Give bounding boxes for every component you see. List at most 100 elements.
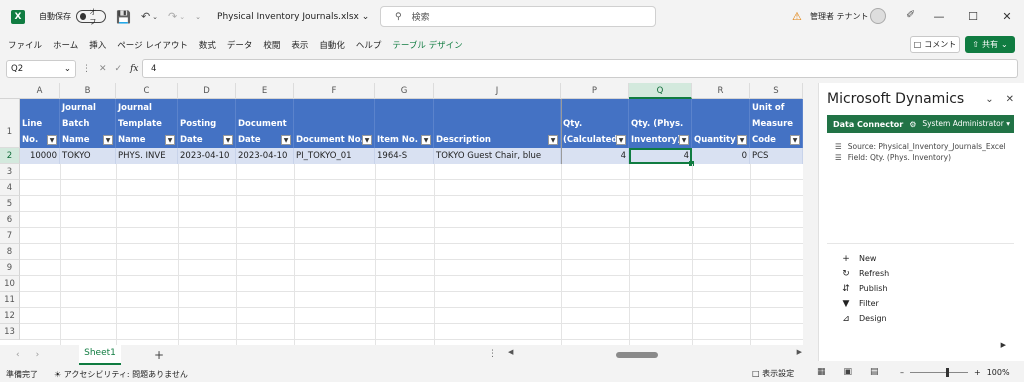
- redo-icon[interactable]: ↷: [168, 10, 177, 23]
- ribbon-tab[interactable]: データ: [227, 39, 253, 51]
- row-header[interactable]: 3: [0, 164, 20, 180]
- table-cell[interactable]: 0: [692, 148, 750, 164]
- table-header-cell[interactable]: Line No. ▼: [20, 99, 60, 148]
- column-header[interactable]: A: [20, 83, 60, 99]
- row-header[interactable]: 10: [0, 276, 20, 292]
- pen-icon[interactable]: ✐: [906, 8, 915, 21]
- page-break-icon[interactable]: ▤: [870, 367, 879, 377]
- table-header-cell[interactable]: Document No. ▼: [294, 99, 375, 148]
- new-button[interactable]: + New: [841, 251, 889, 266]
- ribbon-tab[interactable]: 自動化: [319, 39, 345, 51]
- filter-dropdown-icon[interactable]: ▼: [616, 135, 626, 145]
- ribbon-tab[interactable]: 数式: [199, 39, 216, 51]
- table-header-cell[interactable]: Qty. (Phys. Inventory) ▼: [629, 99, 692, 148]
- chevron-down-icon[interactable]: ⌄: [985, 94, 993, 105]
- ribbon-tab[interactable]: ホーム: [53, 39, 78, 51]
- comment-button[interactable]: □ コメント: [910, 36, 960, 53]
- more-icon[interactable]: ⋮: [488, 349, 497, 359]
- scroll-right-icon[interactable]: ▶: [797, 348, 802, 356]
- normal-view-icon[interactable]: ▦: [817, 367, 826, 377]
- column-header[interactable]: J: [434, 83, 561, 99]
- close-icon[interactable]: ✕: [990, 0, 1024, 33]
- zoom-slider[interactable]: [910, 368, 968, 377]
- empty-row[interactable]: [20, 164, 803, 180]
- empty-row[interactable]: [20, 196, 803, 212]
- column-header[interactable]: F: [294, 83, 375, 99]
- gear-icon[interactable]: ⚙: [909, 120, 916, 129]
- row-header[interactable]: 6: [0, 212, 20, 228]
- close-icon[interactable]: ✕: [1006, 94, 1014, 105]
- column-header[interactable]: B: [60, 83, 116, 99]
- ribbon-tab[interactable]: 表示: [291, 39, 308, 51]
- chevron-left-icon[interactable]: ‹: [16, 350, 20, 360]
- search-input[interactable]: ⚲ 検索: [380, 6, 656, 27]
- accessibility-status[interactable]: ☀ アクセシビリティ: 問題ありません: [54, 369, 188, 380]
- avatar[interactable]: [870, 8, 886, 24]
- scroll-left-icon[interactable]: ◀: [508, 348, 513, 356]
- publish-button[interactable]: ⇵ Publish: [841, 281, 889, 296]
- refresh-button[interactable]: ↻ Refresh: [841, 266, 889, 281]
- filter-dropdown-icon[interactable]: ▼: [790, 135, 800, 145]
- redo-dropdown-icon[interactable]: ⌄: [179, 13, 185, 21]
- ribbon-tab[interactable]: ヘルプ: [356, 39, 382, 51]
- filter-dropdown-icon[interactable]: ▼: [47, 135, 57, 145]
- scroll-thumb[interactable]: [616, 352, 658, 358]
- filter-dropdown-icon[interactable]: ▼: [223, 135, 233, 145]
- filter-button[interactable]: ▼ Filter: [841, 296, 889, 311]
- cancel-icon[interactable]: ✕: [99, 64, 107, 74]
- table-cell[interactable]: 2023-04-10: [236, 148, 294, 164]
- user-menu[interactable]: System Administrator ▾: [922, 119, 1010, 128]
- maximize-icon[interactable]: ☐: [956, 0, 990, 33]
- customize-qat-icon[interactable]: ⌄: [195, 13, 201, 21]
- column-header[interactable]: E: [236, 83, 294, 99]
- function-icon[interactable]: fx: [130, 64, 138, 74]
- column-header[interactable]: R: [692, 83, 750, 99]
- vertical-scrollbar[interactable]: [803, 83, 818, 345]
- filter-dropdown-icon[interactable]: ▼: [679, 135, 689, 145]
- filter-dropdown-icon[interactable]: ▼: [165, 135, 175, 145]
- zoom-in-icon[interactable]: +: [974, 368, 981, 377]
- row-header[interactable]: 11: [0, 292, 20, 308]
- filter-dropdown-icon[interactable]: ▼: [362, 135, 372, 145]
- table-header-cell[interactable]: Item No. ▼: [375, 99, 434, 148]
- share-button[interactable]: ⇧ 共有 ⌄: [965, 36, 1015, 53]
- empty-row[interactable]: [20, 308, 803, 324]
- file-name[interactable]: Physical Inventory Journals.xlsx ⌄: [217, 12, 369, 22]
- table-cell[interactable]: TOKYO Guest Chair, blue: [434, 148, 561, 164]
- column-header[interactable]: P: [561, 83, 629, 99]
- worksheet-grid[interactable]: ABCDEFGJPQRS Line No. ▼ Journal Batch Name…: [0, 83, 803, 345]
- row-header[interactable]: 9: [0, 260, 20, 276]
- undo-icon[interactable]: ↶: [141, 10, 150, 23]
- empty-row[interactable]: [20, 212, 803, 228]
- empty-row[interactable]: [20, 324, 803, 340]
- empty-row[interactable]: [20, 244, 803, 260]
- filter-dropdown-icon[interactable]: ▼: [548, 135, 558, 145]
- empty-row[interactable]: [20, 292, 803, 308]
- active-cell[interactable]: 4: [629, 148, 692, 164]
- table-header-cell[interactable]: Quantity ▼: [692, 99, 750, 148]
- undo-dropdown-icon[interactable]: ⌄: [152, 13, 158, 21]
- column-header[interactable]: C: [116, 83, 178, 99]
- row-header[interactable]: 1: [0, 99, 20, 148]
- empty-row[interactable]: [20, 228, 803, 244]
- column-header[interactable]: S: [750, 83, 803, 99]
- table-header-cell[interactable]: Posting Date ▼: [178, 99, 236, 148]
- table-header-cell[interactable]: Document Date ▼: [236, 99, 294, 148]
- row-header[interactable]: 13: [0, 324, 20, 340]
- row-header[interactable]: 8: [0, 244, 20, 260]
- check-icon[interactable]: ✓: [115, 64, 123, 74]
- warning-icon[interactable]: ⚠: [792, 10, 802, 23]
- expand-arrow-icon[interactable]: ▶: [1001, 341, 1006, 349]
- empty-row[interactable]: [20, 260, 803, 276]
- zoom-out-icon[interactable]: –: [900, 368, 904, 377]
- filter-dropdown-icon[interactable]: ▼: [737, 135, 747, 145]
- ribbon-tab[interactable]: ページ レイアウト: [117, 39, 188, 51]
- row-header[interactable]: 4: [0, 180, 20, 196]
- more-icon[interactable]: ⋮: [82, 64, 91, 74]
- formula-input[interactable]: 4: [142, 59, 1018, 78]
- row-header[interactable]: 5: [0, 196, 20, 212]
- filter-dropdown-icon[interactable]: ▼: [281, 135, 291, 145]
- save-icon[interactable]: 💾: [116, 10, 131, 24]
- table-cell[interactable]: PHYS. INVE: [116, 148, 178, 164]
- table-cell[interactable]: PCS: [750, 148, 803, 164]
